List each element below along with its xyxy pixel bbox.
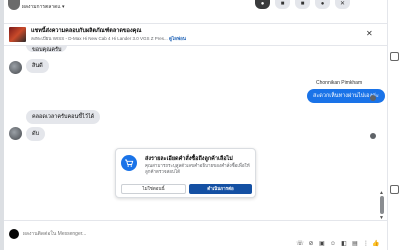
call-icon[interactable]: ☏	[296, 240, 304, 248]
gallery-icon[interactable]: ▣	[318, 240, 326, 248]
seen-indicator-icon	[370, 95, 376, 101]
banner-subtitle: ลงทะเบียน WISS - D-Max Hi New Cab 4 Hi L…	[31, 35, 186, 42]
close-icon[interactable]: ✕	[335, 0, 350, 9]
gif-icon[interactable]: ▤	[351, 240, 359, 248]
card-description: คุณสามารถระบุสูลตัวเลขคำอธิบายของคำสั่งซ…	[145, 163, 250, 174]
archive-icon[interactable]: ■	[295, 0, 310, 9]
scrollbar-thumb[interactable]	[380, 196, 384, 214]
square-icon	[390, 185, 399, 194]
contact-name[interactable]: ผลงามการตลาดแ ▾	[22, 3, 65, 11]
card-title: ส่งรายละเอียดคำสั่งซื้อถึงลูกค้าเลือไม่	[145, 156, 233, 162]
message-incoming: สินดี	[26, 59, 49, 73]
video-icon[interactable]: ■	[275, 0, 290, 9]
chat-header: ผลงามการตลาดแ ▾ ● ■ ■ ● ✕	[4, 0, 387, 24]
not-now-button[interactable]: ไม่ใช่ตอนนี้	[121, 184, 186, 194]
banner-title: แชทนี้ส่งความคลอบกับผลิตภัณฑ์ตลาดของคุณ	[31, 28, 142, 34]
banner-subtitle-text: ลงทะเบียน WISS - D-Max Hi New Cab 4 Hi L…	[31, 36, 168, 41]
contact-avatar[interactable]	[8, 0, 20, 10]
order-details-card: ส่งรายละเอียดคำสั่งซื้อถึงลูกค้าเลือไม่ …	[115, 148, 256, 198]
sticker-icon[interactable]: ◧	[340, 240, 348, 248]
seen-indicator-icon	[370, 133, 376, 139]
product-banner: แชทนี้ส่งความคลอบกับผลิตภัณฑ์ตลาดของคุณ …	[4, 24, 387, 46]
chevron-down-icon: ▾	[62, 4, 65, 10]
product-thumbnail	[9, 27, 26, 42]
sender-avatar	[9, 61, 22, 74]
message-composer: ☏ ⊘ ▣ ☺ ◧ ▤ ⋮ 👍	[4, 220, 387, 250]
square-icon	[390, 52, 399, 61]
contact-name-label: ผลงามการตลาดแ	[22, 4, 61, 10]
call-icon[interactable]: ●	[255, 0, 270, 9]
view-listing-link[interactable]: ดูไลฟอน	[169, 36, 186, 41]
my-avatar	[9, 229, 19, 239]
right-edge-panel	[387, 0, 400, 250]
message-incoming: คลอดเวลาครับคอนขี้ไว้ได้	[26, 110, 101, 124]
continue-button[interactable]: ดำเนินการต่อ	[189, 184, 252, 194]
sender-name: Chonnikan Pimkham	[316, 80, 363, 86]
like-icon[interactable]: 👍	[372, 240, 380, 248]
sender-avatar	[9, 127, 22, 140]
message-input[interactable]	[23, 229, 223, 239]
message-incoming: ดับ	[26, 127, 46, 141]
cart-icon	[121, 155, 137, 171]
message-incoming: ขอบคุณครับ	[26, 45, 68, 53]
attach-icon[interactable]: ⊘	[307, 240, 315, 248]
close-icon[interactable]: ✕	[366, 30, 373, 38]
more-icon[interactable]: ⋮	[362, 240, 370, 248]
emoji-icon[interactable]: ☺	[329, 240, 337, 248]
more-icon[interactable]: ●	[315, 0, 330, 9]
